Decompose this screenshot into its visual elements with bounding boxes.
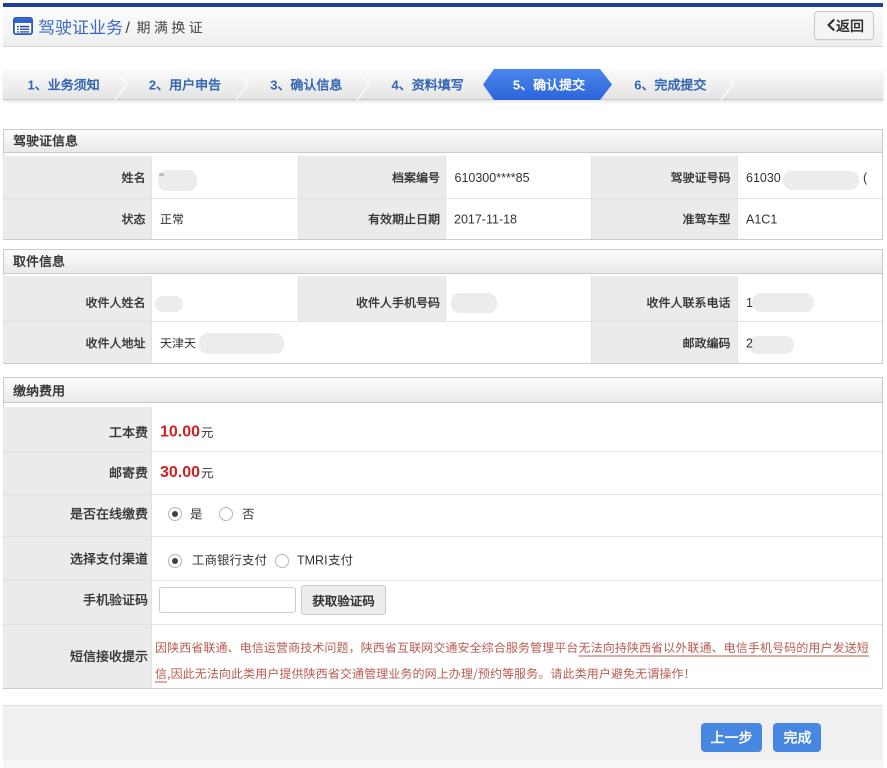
svg-text:TMRI: TMRI	[297, 554, 328, 568]
svg-text:10.00: 10.00	[160, 424, 200, 441]
svg-text:1: 1	[28, 78, 35, 93]
svg-text:610300****85: 610300****85	[455, 171, 530, 185]
svg-text:61030: 61030	[746, 171, 781, 185]
svg-text:A1C1: A1C1	[746, 213, 777, 227]
svg-text:4: 4	[392, 78, 400, 93]
svg-text:3: 3	[270, 78, 277, 93]
svg-text:2017-11-18: 2017-11-18	[454, 213, 517, 227]
svg-text:/: /	[126, 20, 131, 37]
svg-text:(: (	[863, 171, 868, 185]
svg-text:1: 1	[746, 296, 753, 310]
svg-text:5: 5	[513, 78, 520, 93]
svg-text:2: 2	[746, 337, 753, 351]
svg-text:2: 2	[149, 78, 156, 93]
svg-text:30.00: 30.00	[160, 464, 200, 481]
svg-text:6: 6	[634, 78, 641, 93]
